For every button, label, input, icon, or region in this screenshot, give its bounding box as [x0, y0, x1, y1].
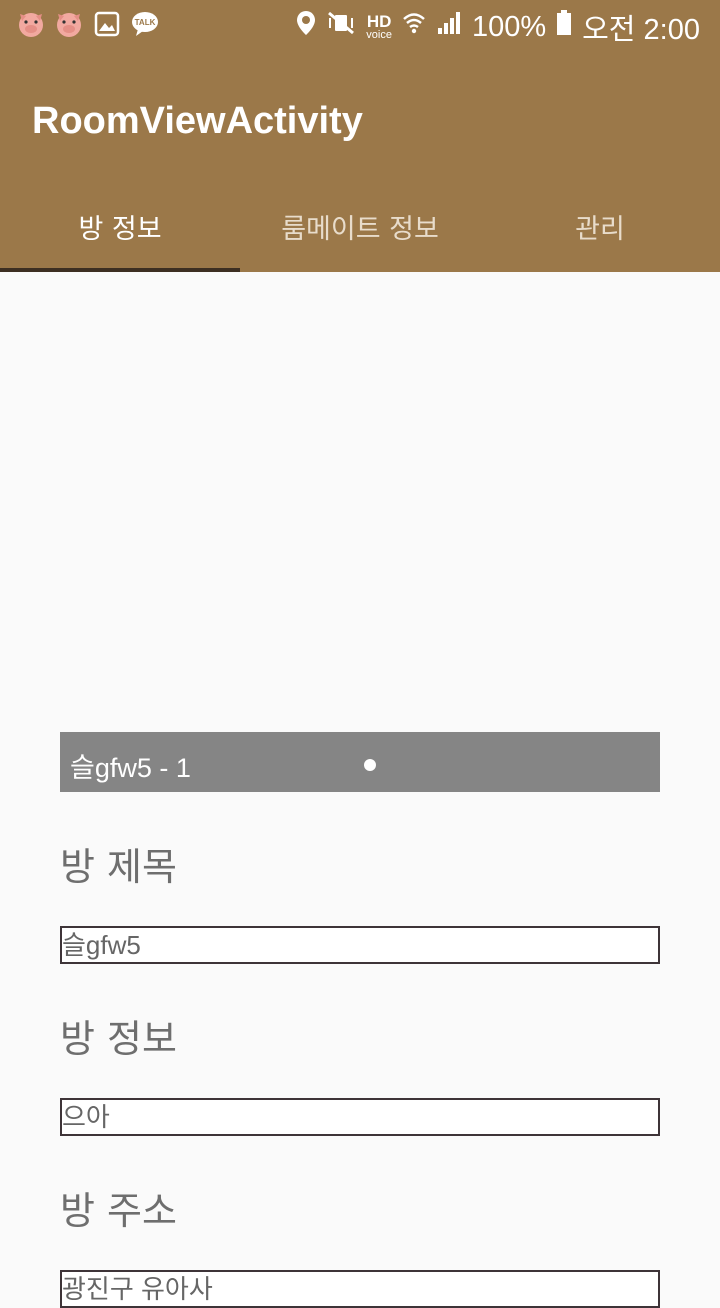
room-info-field[interactable]: 으아 — [60, 1098, 660, 1136]
app-bar: TALK HD voice 100% 오전 2:00 RoomViewActiv… — [0, 0, 720, 272]
hd-voice-icon: HD voice — [366, 13, 392, 41]
room-title-field[interactable]: 슬gfw5 — [60, 926, 660, 964]
room-title-label: 방 제목 — [60, 845, 177, 889]
tab-room-info[interactable]: 방 정보 — [0, 180, 240, 272]
slider-page-indicator — [364, 759, 376, 771]
voice-label: voice — [366, 29, 392, 41]
gallery-icon — [92, 10, 122, 38]
tab-roommate-info[interactable]: 룸메이트 정보 — [240, 180, 480, 272]
clock: 오전 2:00 — [582, 14, 700, 46]
battery-percent: 100% — [471, 10, 547, 43]
notification-icons: TALK — [16, 10, 160, 38]
slider-caption: 슬gfw5 - 1 — [70, 753, 191, 783]
tab-bar: 방 정보 룸메이트 정보 관리 — [0, 180, 720, 272]
location-icon — [296, 10, 316, 44]
image-slider[interactable]: 슬gfw5 - 1 — [60, 732, 660, 792]
kakaotalk-icon: TALK — [130, 10, 160, 38]
wifi-icon — [402, 10, 426, 44]
room-address-label: 방 주소 — [60, 1189, 177, 1233]
vibrate-icon — [326, 10, 356, 44]
status-bar: TALK HD voice 100% 오전 2:00 — [0, 0, 720, 48]
room-address-field[interactable]: 광진구 유아사 — [60, 1270, 660, 1308]
pig-app-icon — [54, 10, 84, 38]
page-title: RoomViewActivity — [32, 100, 363, 142]
svg-text:TALK: TALK — [135, 18, 156, 27]
tab-manage[interactable]: 관리 — [480, 180, 720, 272]
battery-icon — [556, 10, 572, 44]
pig-app-icon — [16, 10, 46, 38]
room-info-label: 방 정보 — [60, 1017, 177, 1061]
system-status: HD voice 100% 오전 2:00 — [296, 6, 700, 48]
signal-icon — [436, 10, 462, 44]
room-image-area — [0, 272, 720, 732]
hd-label: HD — [366, 12, 392, 31]
